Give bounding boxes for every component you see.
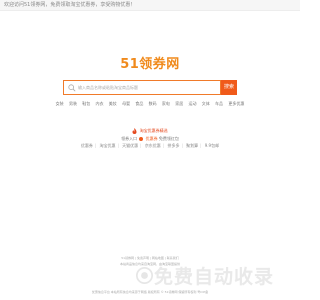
separator: | bbox=[94, 143, 97, 148]
entry-accent-link[interactable]: 优惠券 bbox=[146, 136, 158, 141]
category-link[interactable]: 食品 bbox=[135, 101, 143, 107]
category-link[interactable]: 更多优惠 bbox=[228, 101, 244, 107]
section-heading: 淘宝优惠券精选 bbox=[0, 128, 300, 134]
watermark-text: 免费自动收录 bbox=[154, 266, 275, 288]
category-link[interactable]: 运动 bbox=[188, 101, 196, 107]
entry-prefix: 领券入口 bbox=[121, 136, 138, 141]
category-link[interactable]: 男装 bbox=[69, 101, 77, 107]
section-title-text: 淘宝优惠券精选 bbox=[139, 128, 168, 133]
category-link[interactable]: 车品 bbox=[215, 101, 223, 107]
category-nav: 女装 男装 鞋包 内衣 美妆 母婴 食品 数码 家电 家居 运动 文体 车品 更… bbox=[0, 101, 300, 107]
fire-icon bbox=[132, 128, 137, 134]
watermark-logo-icon bbox=[136, 267, 153, 284]
welcome-text: 欢迎访问51领券网，免费领取淘宝优惠券，享受购物优惠！ bbox=[4, 2, 136, 8]
separator: | bbox=[117, 143, 119, 148]
category-link[interactable]: 鞋包 bbox=[82, 101, 90, 107]
quick-link[interactable]: 淘宝优惠 bbox=[100, 143, 116, 149]
top-bar: 欢迎访问51领券网，免费领取淘宝优惠券，享受购物优惠！ bbox=[0, 0, 300, 11]
category-link[interactable]: 数码 bbox=[149, 101, 157, 107]
separator: | bbox=[200, 143, 202, 148]
footer-copyright: 优惠信息平台 本站所有信息均来源于网络 版权所有 © 51领券网 保留所有权利 … bbox=[91, 290, 209, 294]
quick-link[interactable]: 拼多多 bbox=[167, 143, 179, 149]
search-bar: 搜索 bbox=[63, 80, 237, 95]
quick-link[interactable]: 优惠券 bbox=[81, 143, 93, 149]
coupon-icon bbox=[139, 137, 144, 141]
category-link[interactable]: 女装 bbox=[56, 101, 64, 107]
separator: | bbox=[162, 143, 165, 148]
category-link[interactable]: 母婴 bbox=[122, 101, 130, 107]
quick-link[interactable]: 天猫优惠 bbox=[122, 143, 138, 149]
search-box bbox=[63, 80, 221, 95]
separator: | bbox=[140, 143, 142, 148]
category-link[interactable]: 家电 bbox=[162, 101, 170, 107]
separator: | bbox=[181, 143, 183, 148]
watermark: 免费自动收录 bbox=[136, 262, 300, 292]
quick-link[interactable]: 聚划算 bbox=[186, 143, 198, 149]
category-link[interactable]: 内衣 bbox=[96, 101, 104, 107]
category-link[interactable]: 文体 bbox=[202, 101, 210, 107]
footer-links[interactable]: 51领券网 | 免责声明 | 网站地图 | 联系我们 bbox=[0, 256, 300, 261]
entry-suffix: 免费领红包 bbox=[158, 136, 179, 141]
search-input[interactable] bbox=[76, 81, 220, 94]
coupon-entry: 领券入口 优惠券 免费领红包 bbox=[0, 136, 300, 142]
quick-links: 优惠券 | 淘宝优惠 | 天猫优惠 | 京东优惠 | 拼多多 | 聚划算 | 9.9包邮 bbox=[0, 143, 300, 149]
quick-link[interactable]: 京东优惠 bbox=[145, 143, 161, 149]
quick-link[interactable]: 9.9包邮 bbox=[205, 143, 219, 149]
site-logo[interactable]: 51领券网 bbox=[0, 53, 300, 72]
search-icon bbox=[68, 84, 76, 92]
category-link[interactable]: 家居 bbox=[175, 101, 183, 107]
search-button[interactable]: 搜索 bbox=[221, 80, 237, 95]
category-link[interactable]: 美妆 bbox=[109, 101, 117, 107]
